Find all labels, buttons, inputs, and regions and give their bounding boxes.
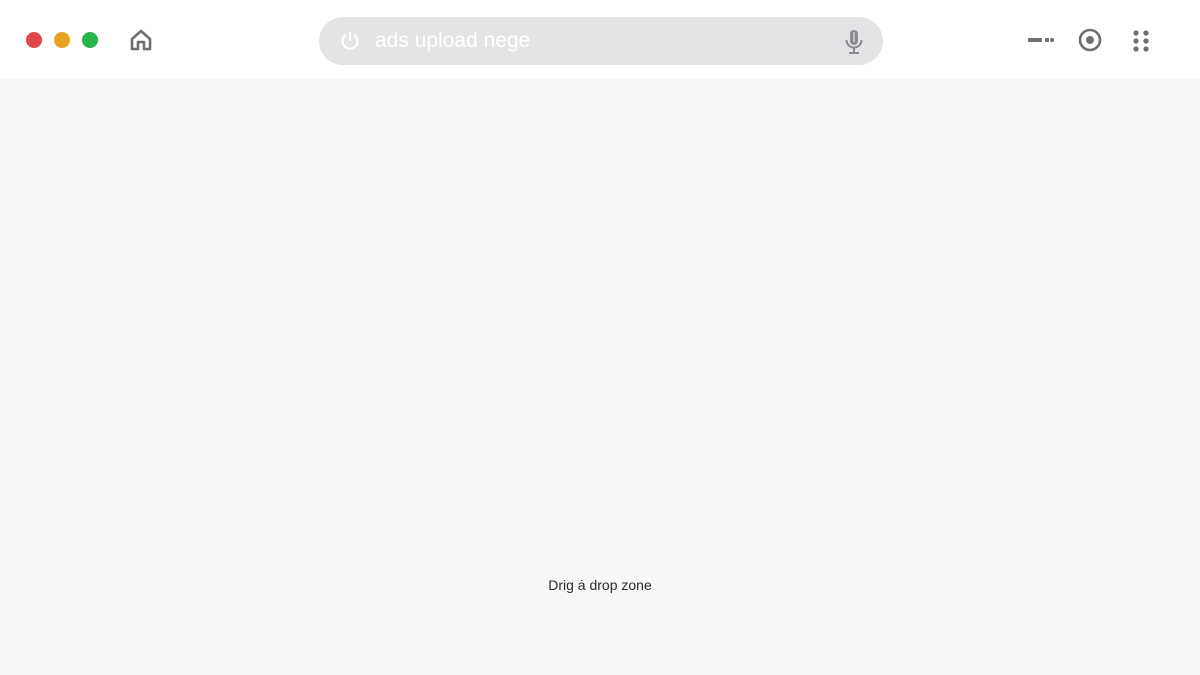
- maximize-window-button[interactable]: [82, 32, 98, 48]
- mic-icon[interactable]: [843, 29, 865, 55]
- drop-zone[interactable]: Drig ȧ drop zone: [0, 78, 1200, 675]
- minimize-window-button[interactable]: [54, 32, 70, 48]
- key-icon[interactable]: [1028, 34, 1056, 46]
- record-icon[interactable]: [1077, 27, 1103, 53]
- apps-grid-icon[interactable]: [1130, 29, 1152, 53]
- search-input[interactable]: [375, 26, 815, 56]
- toolbar: [0, 0, 1200, 78]
- search-bar[interactable]: [319, 17, 883, 65]
- drop-zone-label: Drig ȧ drop zone: [548, 577, 652, 593]
- power-icon: [341, 31, 359, 50]
- home-button[interactable]: [127, 27, 155, 53]
- close-window-button[interactable]: [26, 32, 42, 48]
- window-controls: [26, 32, 98, 48]
- home-icon: [130, 29, 152, 51]
- browser-window: Drig ȧ drop zone: [0, 0, 1200, 675]
